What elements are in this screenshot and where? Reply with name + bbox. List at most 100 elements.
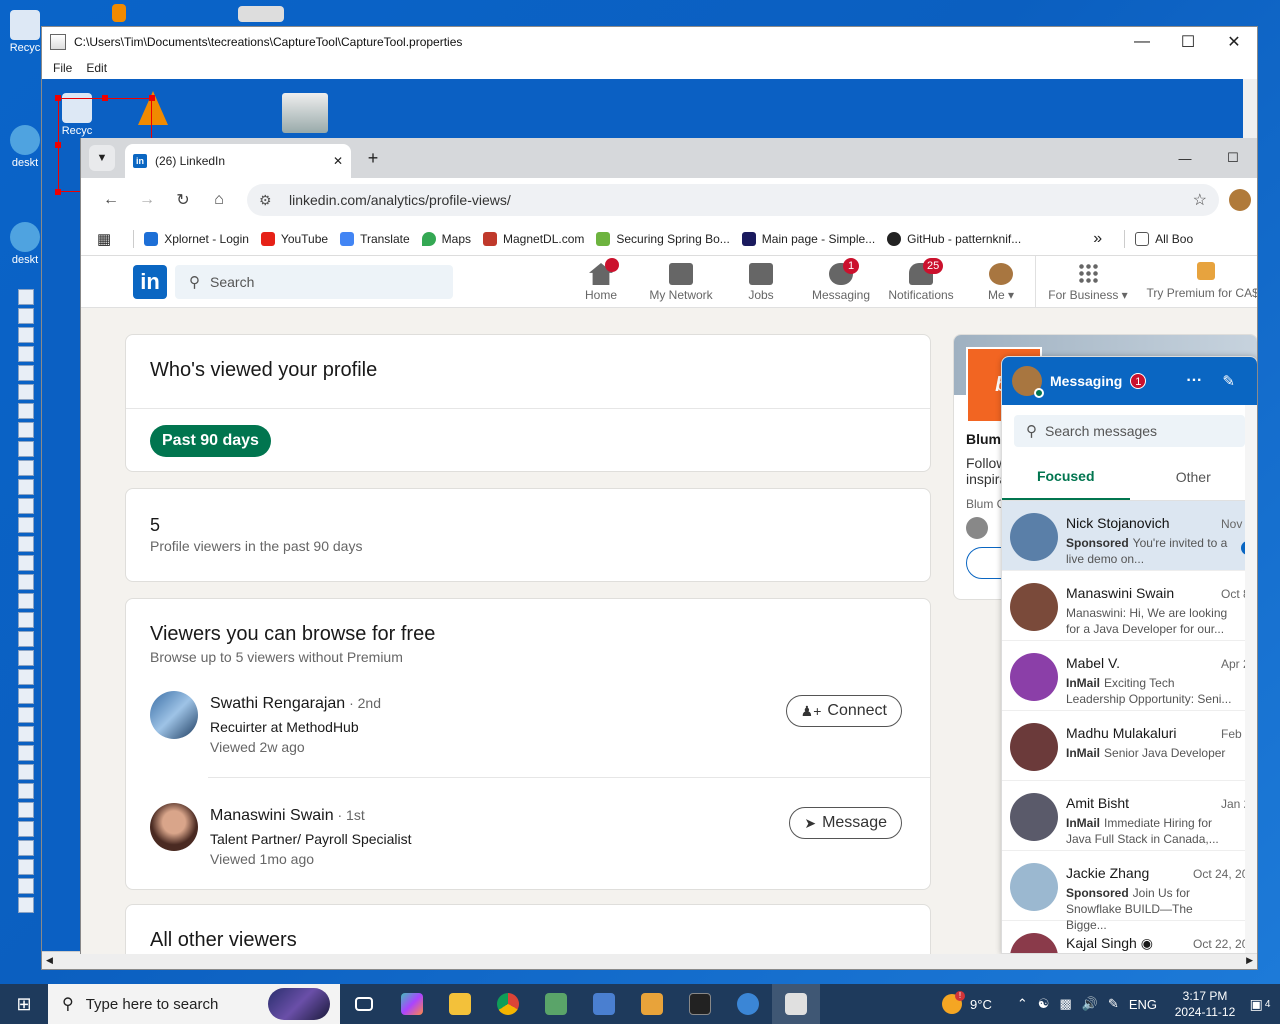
resize-handle[interactable] [55, 95, 61, 101]
tab-close-icon[interactable]: ✕ [333, 154, 343, 168]
bookmark-spring[interactable]: Securing Spring Bo... [596, 231, 730, 246]
tab-focused[interactable]: Focused [1002, 453, 1130, 500]
start-button[interactable]: ⊞ [0, 984, 48, 1024]
try-premium-link[interactable]: Try Premium for CA$0 [1141, 256, 1257, 308]
forward-button[interactable]: → [129, 191, 165, 209]
url-text[interactable]: linkedin.com/analytics/profile-views/ [289, 192, 1193, 208]
messaging-header[interactable]: Messaging 1 ··· ✎ [1002, 357, 1257, 405]
bookmark-maps[interactable]: Maps [421, 231, 471, 246]
bookmark-xplornet[interactable]: Xplornet - Login [144, 231, 249, 246]
nav-messaging[interactable]: 1 Messaging [801, 256, 881, 308]
taskbar-copilot[interactable] [388, 984, 436, 1024]
bookmark-translate[interactable]: Translate [340, 231, 410, 246]
divider [208, 777, 930, 778]
taskbar-chrome[interactable] [484, 984, 532, 1024]
connect-button[interactable]: ♟+ Connect [785, 695, 902, 727]
tab-search-button[interactable]: ▼ [89, 145, 115, 171]
conversation-item[interactable]: Amit Bisht Jan 2 InMail Immediate Hiring … [1002, 781, 1257, 851]
tab-title: (26) LinkedIn [155, 154, 226, 168]
all-bookmarks-button[interactable]: All Boo [1135, 231, 1193, 246]
nav-notifications[interactable]: 25 Notifications [881, 256, 961, 308]
wifi-icon[interactable]: ☯ [1038, 996, 1050, 1012]
date-range-filter[interactable]: Past 90 days [150, 425, 271, 457]
conversation-item[interactable]: Nick Stojanovich Nov 10 Sponsored You're … [1002, 501, 1257, 571]
resize-handle[interactable] [149, 95, 155, 101]
chevron-up-icon[interactable]: ⌃ [1017, 996, 1028, 1012]
nav-my-network[interactable]: My Network [641, 256, 721, 308]
bookmark-simple-wiki[interactable]: Main page - Simple... [741, 231, 875, 246]
browser-window[interactable]: ▼ in (26) LinkedIn ✕ + — ☐ ← → ↻ ⌂ ⚙ lin… [80, 138, 1257, 954]
nav-home[interactable]: Home [561, 256, 641, 308]
taskbar-search[interactable]: ⚲ Type here to search [48, 984, 340, 1024]
clock[interactable]: 3:17 PM 2024-11-12 [1170, 988, 1240, 1020]
bookmarks-overflow-button[interactable]: » [1093, 230, 1102, 248]
bookmark-youtube[interactable]: YouTube [260, 231, 328, 246]
minimize-button[interactable]: — [1119, 27, 1165, 57]
maximize-button[interactable]: ☐ [1165, 27, 1211, 57]
search-messages-input[interactable]: ⚲ Search messages [1014, 415, 1245, 447]
linkedin-logo[interactable]: in [133, 264, 167, 299]
close-button[interactable]: ✕ [1211, 27, 1257, 57]
taskbar-app[interactable] [724, 984, 772, 1024]
network-icon[interactable]: ▩ [1059, 996, 1071, 1012]
taskbar-file-explorer[interactable] [436, 984, 484, 1024]
ad-company-name[interactable]: Blum [966, 431, 1001, 447]
language-indicator[interactable]: ENG [1129, 997, 1157, 1012]
avatar[interactable] [150, 691, 198, 739]
tab-other[interactable]: Other [1130, 453, 1258, 500]
window-titlebar[interactable]: C:\Users\Tim\Documents\tecreations\Captu… [42, 27, 1257, 57]
taskbar-app[interactable] [532, 984, 580, 1024]
browser-minimize-button[interactable]: — [1161, 138, 1209, 178]
bookmark-magnetdl[interactable]: MagnetDL.com [483, 231, 584, 246]
notification-center-button[interactable]: ▣ 4 [1240, 996, 1280, 1013]
resize-handle[interactable] [55, 142, 61, 148]
conversation-item[interactable]: Manaswini Swain Oct 8 Manaswini: Hi, We … [1002, 571, 1257, 641]
more-options-icon[interactable]: ··· [1186, 372, 1202, 390]
compose-icon[interactable]: ✎ [1222, 372, 1235, 390]
task-view-button[interactable] [340, 984, 388, 1024]
scroll-right-icon[interactable]: ▶ [1246, 955, 1253, 966]
browser-maximize-button[interactable]: ☐ [1209, 138, 1257, 178]
profile-avatar[interactable] [1229, 189, 1251, 211]
nav-jobs[interactable]: Jobs [721, 256, 801, 308]
weather-widget[interactable]: ! 9°C [942, 991, 992, 1014]
desktop-icon-label: Recyc [9, 42, 41, 54]
messaging-panel[interactable]: Messaging 1 ··· ✎ ⚲ Search messages Focu… [1001, 356, 1257, 954]
new-tab-button[interactable]: + [359, 148, 387, 169]
taskbar-terminal[interactable] [676, 984, 724, 1024]
messaging-scrollbar[interactable] [1245, 405, 1257, 953]
viewer-name[interactable]: Swathi Rengarajan · 2nd [210, 695, 381, 713]
resize-handle[interactable] [55, 189, 61, 195]
site-info-icon[interactable]: ⚙ [259, 192, 279, 209]
conversation-tag: Sponsored [1066, 886, 1129, 900]
desktop-printer[interactable] [238, 6, 284, 24]
pen-icon[interactable]: ✎ [1108, 996, 1119, 1012]
volume-icon[interactable]: 🔊 [1082, 996, 1098, 1012]
avatar[interactable] [150, 803, 198, 851]
address-bar[interactable]: ⚙ linkedin.com/analytics/profile-views/ … [247, 184, 1219, 216]
resize-handle[interactable] [102, 95, 108, 101]
bookmark-github[interactable]: GitHub - patternknif... [887, 231, 1021, 246]
home-button[interactable]: ⌂ [201, 191, 237, 209]
menu-file[interactable]: File [46, 61, 79, 75]
apps-icon[interactable]: ▦ [97, 230, 111, 248]
message-button[interactable]: ➤ Message [789, 807, 902, 839]
conversation-item[interactable]: Mabel V. Apr 2 InMail Exciting Tech Leade… [1002, 641, 1257, 711]
taskbar-app[interactable] [628, 984, 676, 1024]
reload-button[interactable]: ↻ [165, 190, 201, 210]
tab-linkedin[interactable]: in (26) LinkedIn ✕ [125, 144, 351, 178]
back-button[interactable]: ← [93, 191, 129, 209]
menu-edit[interactable]: Edit [79, 61, 114, 75]
viewer-name[interactable]: Manaswini Swain · 1st [210, 807, 365, 825]
conversation-item[interactable]: Kajal Singh ◉ Oct 22, 2023 [1002, 921, 1257, 953]
taskbar-java[interactable] [772, 984, 820, 1024]
conversation-item[interactable]: Jackie Zhang Oct 24, 2023 Sponsored Join … [1002, 851, 1257, 932]
nav-me[interactable]: Me ▾ [961, 256, 1041, 308]
taskbar-app[interactable] [580, 984, 628, 1024]
bookmark-star-icon[interactable]: ☆ [1193, 190, 1207, 210]
search-input[interactable]: ⚲ Search [175, 264, 453, 299]
scroll-left-icon[interactable]: ◀ [46, 955, 53, 966]
nav-for-business[interactable]: For Business ▾ [1047, 256, 1129, 308]
conversation-item[interactable]: Madhu Mulakaluri Feb 7 InMail Senior Java… [1002, 711, 1257, 781]
desktop-vlc[interactable] [96, 4, 142, 24]
